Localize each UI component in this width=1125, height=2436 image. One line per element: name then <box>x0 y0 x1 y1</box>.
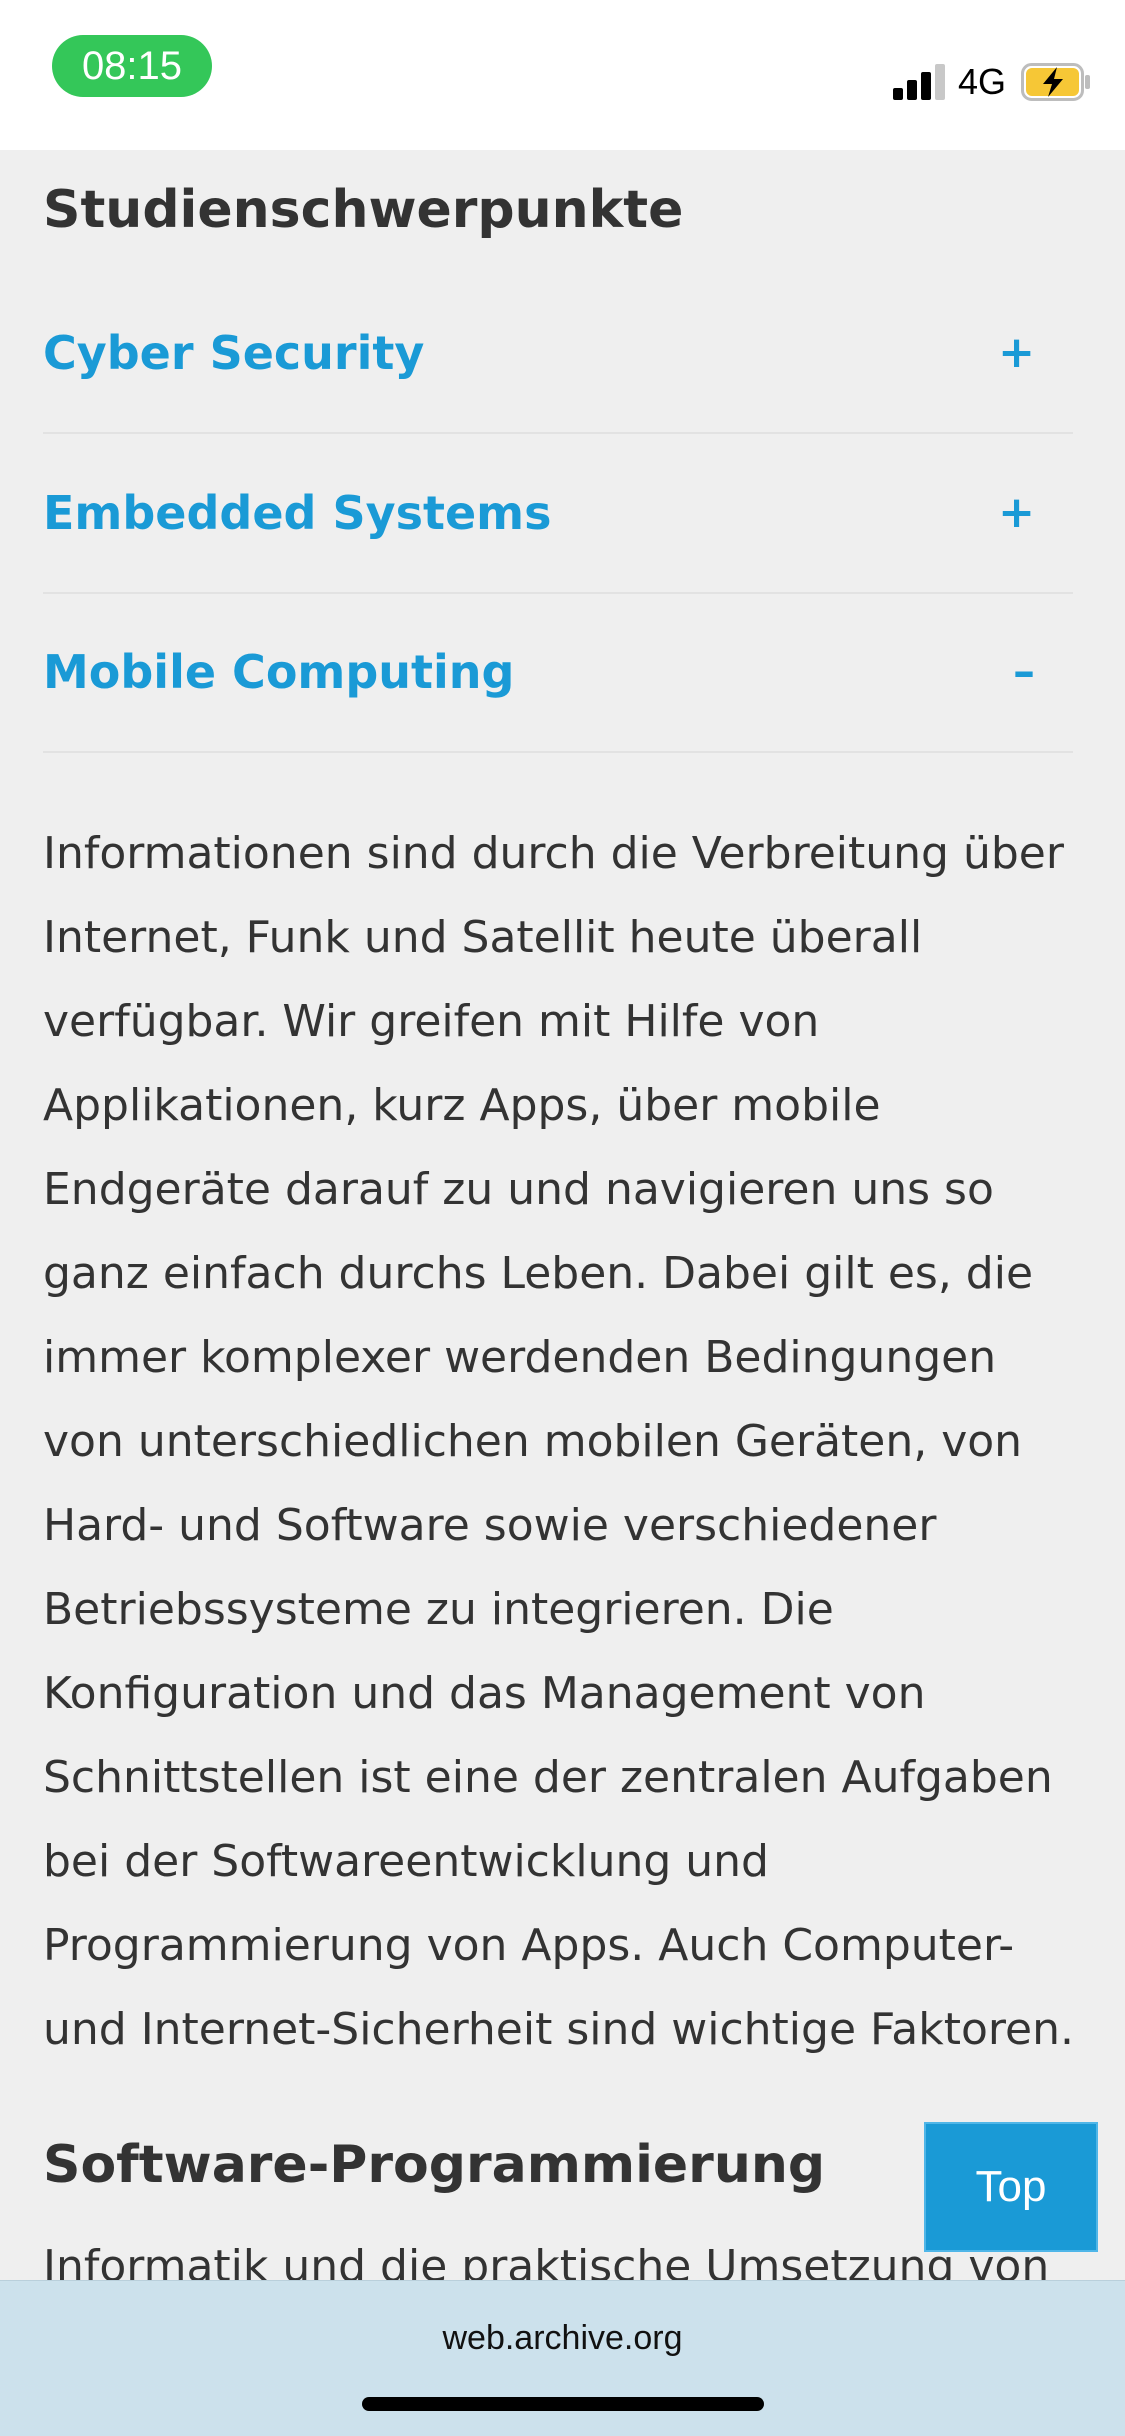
mobile-computing-description: Informationen sind durch die Verbreitung… <box>43 812 1083 2072</box>
accordion-label: Cyber Security <box>43 326 425 380</box>
paragraph-line: Internet, Funk und Satellit heute überal… <box>43 912 923 963</box>
browser-address-bar[interactable]: web.archive.org <box>0 2280 1125 2436</box>
paragraph-line: und Internet-Sicherheit sind wichtige Fa… <box>43 2004 1074 2055</box>
scroll-to-top-button[interactable]: Top <box>924 2122 1098 2252</box>
status-time: 08:15 <box>52 35 212 97</box>
paragraph-line: Informationen sind durch die Verbreitung… <box>43 828 1064 879</box>
paragraph-line: Betriebssysteme zu integrieren. Die <box>43 1584 834 1635</box>
network-type: 4G <box>958 61 1007 102</box>
cellular-signal-icon <box>893 64 945 100</box>
accordion-item-cyber-security[interactable]: Cyber Security + <box>43 274 1073 434</box>
url-text[interactable]: web.archive.org <box>0 2319 1125 2358</box>
software-programmierung-title: Software-Programmierung <box>43 2135 826 2195</box>
paragraph-line: Applikationen, kurz Apps, über mobile <box>43 1080 881 1131</box>
paragraph-line: verfügbar. Wir greifen mit Hilfe von <box>43 996 820 1047</box>
expand-plus-icon[interactable]: + <box>998 491 1035 535</box>
paragraph-line: immer komplexer werdenden Bedingungen <box>43 1332 997 1383</box>
battery-charging-icon <box>1021 63 1090 101</box>
paragraph-line: Schnittstellen ist eine der zentralen Au… <box>43 1752 1053 1803</box>
accordion-item-mobile-computing[interactable]: Mobile Computing – <box>43 593 1073 753</box>
accordion-label: Embedded Systems <box>43 486 552 540</box>
accordion-label: Mobile Computing <box>43 645 515 699</box>
paragraph-line: von unterschiedlichen mobilen Geräten, v… <box>43 1416 1023 1467</box>
paragraph-line: Konfiguration und das Management von <box>43 1668 926 1719</box>
accordion-item-embedded-systems[interactable]: Embedded Systems + <box>43 434 1073 594</box>
status-bar: 08:15 4G <box>0 0 1125 150</box>
expand-plus-icon[interactable]: + <box>998 331 1035 375</box>
paragraph-line: Programmierung von Apps. Auch Computer- <box>43 1920 1015 1971</box>
collapse-minus-icon[interactable]: – <box>1013 650 1035 694</box>
home-indicator[interactable] <box>362 2397 764 2411</box>
paragraph-line: ganz einfach durchs Leben. Dabei gilt es… <box>43 1248 1034 1299</box>
section-title: Studienschwerpunkte <box>43 180 684 240</box>
paragraph-line: Hard- und Software sowie verschiedener <box>43 1500 937 1551</box>
paragraph-line: bei der Softwareentwicklung und <box>43 1836 769 1887</box>
page-content: Studienschwerpunkte Cyber Security + Emb… <box>0 150 1125 2280</box>
paragraph-line: Endgeräte darauf zu und navigieren uns s… <box>43 1164 994 1215</box>
